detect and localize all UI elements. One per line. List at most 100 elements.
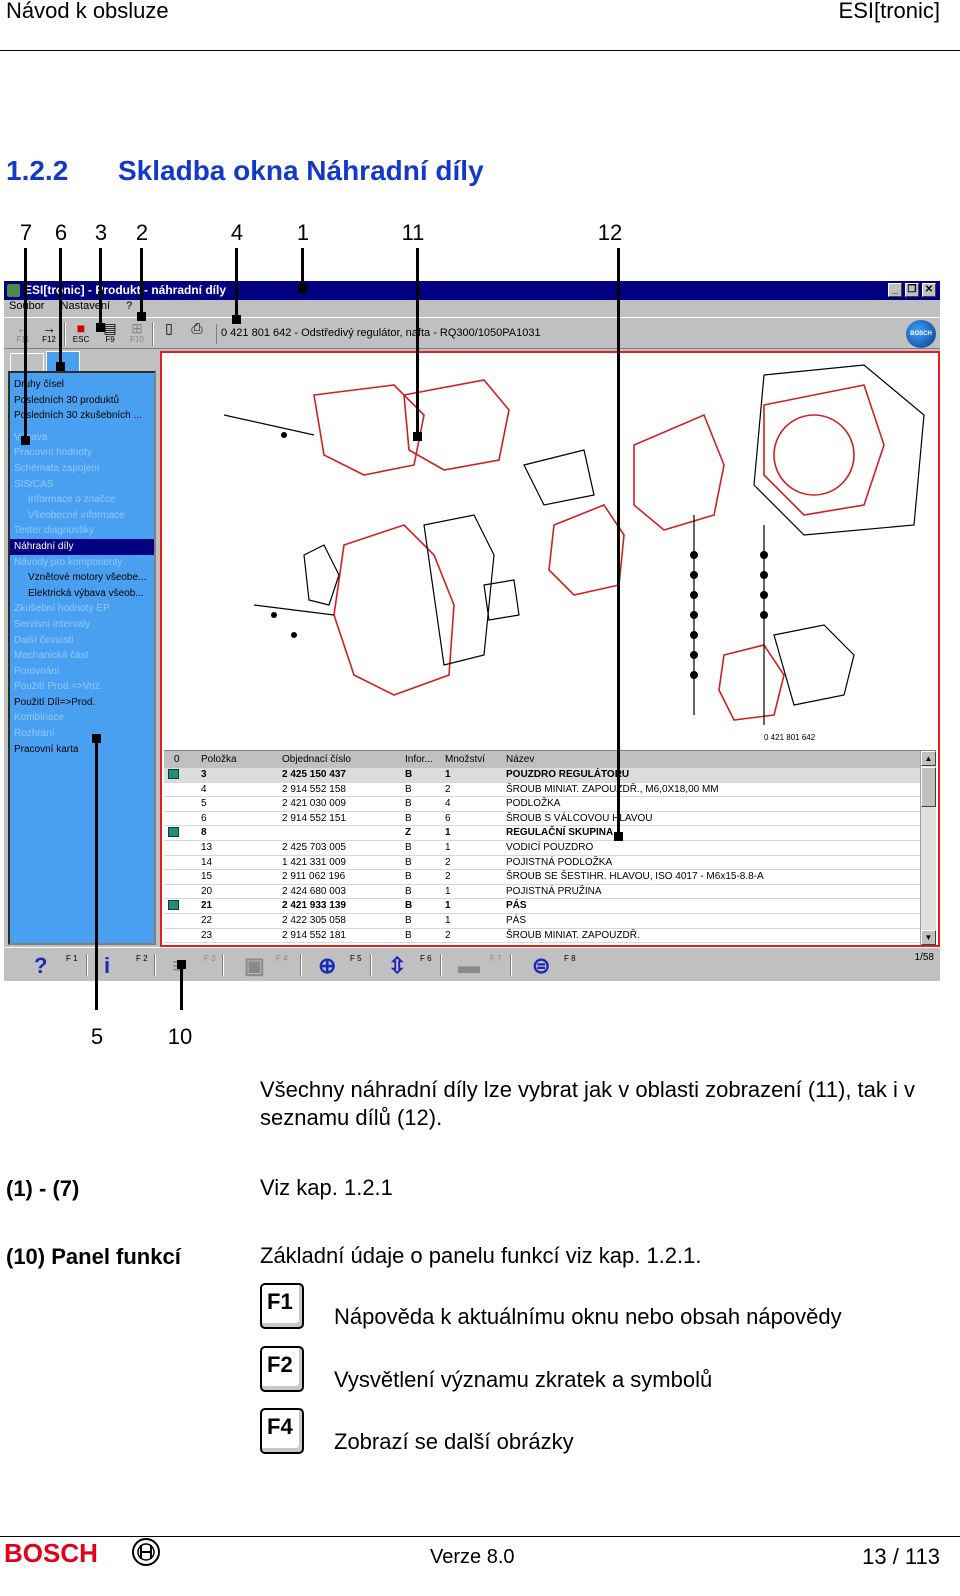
tree-item[interactable]: Další činnosti <box>10 633 154 649</box>
parts-cell-qty: 6 <box>445 812 451 824</box>
back-button[interactable]: ← F11 <box>10 321 36 347</box>
bosch-armature-icon: ⊜ <box>532 953 551 978</box>
tree-item[interactable]: Použití Díl=>Prod. <box>10 695 154 711</box>
parts-cell-info: Z <box>405 827 412 839</box>
callout-4: 4 <box>230 220 244 245</box>
col-quantity[interactable]: Množství <box>445 754 485 765</box>
scroll-down-icon[interactable]: ▼ <box>921 930 936 945</box>
tree-item[interactable]: Výbava <box>10 430 154 446</box>
parts-row[interactable]: 15 2 911 062 196 B 2 ŠROUB SE ŠESTIHR. HLAVO… <box>164 870 920 885</box>
f8-bosch-button[interactable]: ⊜ F 8 <box>518 952 578 980</box>
f1-key-icon: F1 <box>260 1283 304 1329</box>
f7-vehicle-button[interactable]: ▬ F 7 <box>444 952 504 980</box>
tree-item[interactable]: Elektrická výbava všeob... <box>10 586 154 602</box>
tree-item[interactable]: Posledních 30 zkušebních ... <box>10 408 154 424</box>
tree-item[interactable]: Náhradní díly <box>10 538 154 555</box>
tree-item[interactable]: Druhy čísel <box>10 377 154 393</box>
item1-term: (1) - (7) <box>6 1176 80 1201</box>
f10-button[interactable]: ⊞ F10 <box>124 321 150 347</box>
bosch-globe-icon[interactable]: BOSCH <box>906 320 936 348</box>
tree-item[interactable]: Zkušební hodnoty EP <box>10 601 154 617</box>
tree-item[interactable]: Pracovní karta <box>10 742 154 758</box>
tree-item[interactable]: Schémata zapojení <box>10 461 154 477</box>
parts-row[interactable]: 22 2 422 305 058 B 1 PÁS <box>164 914 920 929</box>
tree-item[interactable]: Informace o značce <box>10 492 154 508</box>
parts-scrollbar[interactable]: ▲ ▼ <box>920 751 936 945</box>
parts-cell-qty: 2 <box>445 929 451 941</box>
tree-item[interactable]: Mechanická část <box>10 648 154 664</box>
col-icon[interactable]: 0 <box>174 754 180 765</box>
parts-row[interactable]: 4 2 914 552 158 B 2 ŠROUB MINIAT. ZAPOUZDŘ.,… <box>164 783 920 798</box>
tree-item[interactable]: Všeobecné informace <box>10 508 154 524</box>
window-title: ESI[tronic] - Produkt - náhradní díly <box>24 283 227 297</box>
tree-item[interactable]: Posledních 30 produktů <box>10 393 154 409</box>
restore-icon[interactable]: ❐ <box>905 283 919 297</box>
print-button[interactable]: ⎙ <box>184 321 210 347</box>
parts-row[interactable]: 13 2 425 703 005 B 1 VODICÍ POUZDRO <box>164 841 920 856</box>
menu-nastaveni[interactable]: Nastavení <box>61 300 111 312</box>
f4-images-button[interactable]: ▣ F 4 <box>230 952 290 980</box>
f1-help-button[interactable]: ? F 1 <box>20 952 80 980</box>
f1-key-description: Nápověda k aktuálnímu oknu nebo obsah ná… <box>334 1304 842 1329</box>
tree-item[interactable]: Tester diagnostiky <box>10 523 154 539</box>
escape-button[interactable]: ■ ESC <box>68 321 94 347</box>
parts-cell-name: POJISTNÁ PODLOŽKA <box>506 856 613 868</box>
tree-item[interactable]: Kombinace <box>10 710 154 726</box>
f4-key-icon: F4 <box>260 1408 304 1454</box>
f6-button[interactable]: ⇳ F 6 <box>374 952 434 980</box>
parts-row[interactable]: 3 2 425 150 437 B 1 POUZDRO REGULÁTORU <box>164 768 920 783</box>
parts-cell-info: B <box>405 798 412 810</box>
tree-item[interactable]: Servisní intervaly <box>10 617 154 633</box>
col-position[interactable]: Položka <box>201 754 237 765</box>
col-info[interactable]: Infor... <box>405 754 433 765</box>
exploded-view-drawing[interactable]: 0 421 801 642 <box>164 355 936 748</box>
parts-row[interactable]: 6 2 914 552 151 B 6 ŠROUB S VÁLCOVOU HLAVOU <box>164 812 920 827</box>
leader-11-marker <box>413 432 422 441</box>
tab-vehicle[interactable] <box>10 353 44 371</box>
menu-help[interactable]: ? <box>126 300 132 312</box>
callout-12: 12 <box>597 220 623 245</box>
drawing-number: 0 421 801 642 <box>764 733 816 742</box>
col-name[interactable]: Název <box>506 754 534 765</box>
leader-4 <box>235 248 238 320</box>
parts-row[interactable]: 21 2 421 933 139 B 1 PÁS <box>164 899 920 914</box>
tree-item[interactable]: Pracovní hodnoty <box>10 445 154 461</box>
car-icon: ▬ <box>458 953 480 978</box>
tree-item[interactable]: Rozhraní <box>10 726 154 742</box>
parts-cell-name: PODLOŽKA <box>506 798 561 810</box>
close-icon[interactable]: ✕ <box>922 283 936 297</box>
f3-button[interactable]: ≡F 3 <box>158 952 218 980</box>
tree-item[interactable]: Vznětové motory všeobe... <box>10 570 154 586</box>
leader-5-marker <box>92 734 101 743</box>
scroll-thumb[interactable] <box>921 767 936 807</box>
callout-5: 5 <box>90 1024 104 1049</box>
parts-row[interactable]: 5 2 421 030 009 B 4 PODLOŽKA <box>164 797 920 812</box>
fkey-separator <box>300 954 302 976</box>
parts-cell-info: B <box>405 929 412 941</box>
tree-item[interactable]: Porovnání <box>10 664 154 680</box>
parts-cell-qty: 1 <box>445 900 451 912</box>
parts-row[interactable]: 23 2 914 552 181 B 2 ŠROUB MINIAT. ZAPOUZDŘ. <box>164 929 920 944</box>
navigation-panel: Druhy čísel Posledních 30 produktů Posledn… <box>8 351 156 945</box>
detail-list-icon[interactable] <box>168 900 179 911</box>
tree-item[interactable]: Použití Prod.=>Voz. <box>10 679 154 695</box>
document-button[interactable]: ▯ <box>156 321 182 347</box>
parts-row[interactable]: 20 2 424 680 003 B 1 POJISTNÁ PRUŽINA <box>164 885 920 900</box>
page-number: 13 / 113 <box>862 1544 940 1569</box>
tree-item[interactable]: Návody pro komponenty <box>10 555 154 571</box>
f5-zoom-button[interactable]: ⊕ F 5 <box>304 952 364 980</box>
scroll-up-icon[interactable]: ▲ <box>921 751 936 766</box>
detail-list-icon[interactable] <box>168 769 179 779</box>
parts-cell-name: POUZDRO REGULÁTORU <box>506 769 630 780</box>
f2-info-button[interactable]: iF 2 <box>90 952 150 980</box>
parts-row[interactable]: 8 Z 1 REGULAČNÍ SKUPINA <box>164 826 920 841</box>
parts-cell-order: 2 911 062 196 <box>282 871 346 883</box>
parts-row[interactable]: 14 1 421 331 009 B 2 POJISTNÁ PODLOŽKA <box>164 856 920 871</box>
parts-cell-pos: 15 <box>201 871 213 883</box>
minimize-icon[interactable]: _ <box>888 283 902 297</box>
question-icon: ? <box>34 953 48 978</box>
col-order-number[interactable]: Objednací číslo <box>282 754 351 765</box>
detail-list-icon[interactable] <box>168 827 179 838</box>
tree-item[interactable]: SIS/CAS <box>10 477 154 493</box>
callout-10: 10 <box>167 1024 193 1049</box>
